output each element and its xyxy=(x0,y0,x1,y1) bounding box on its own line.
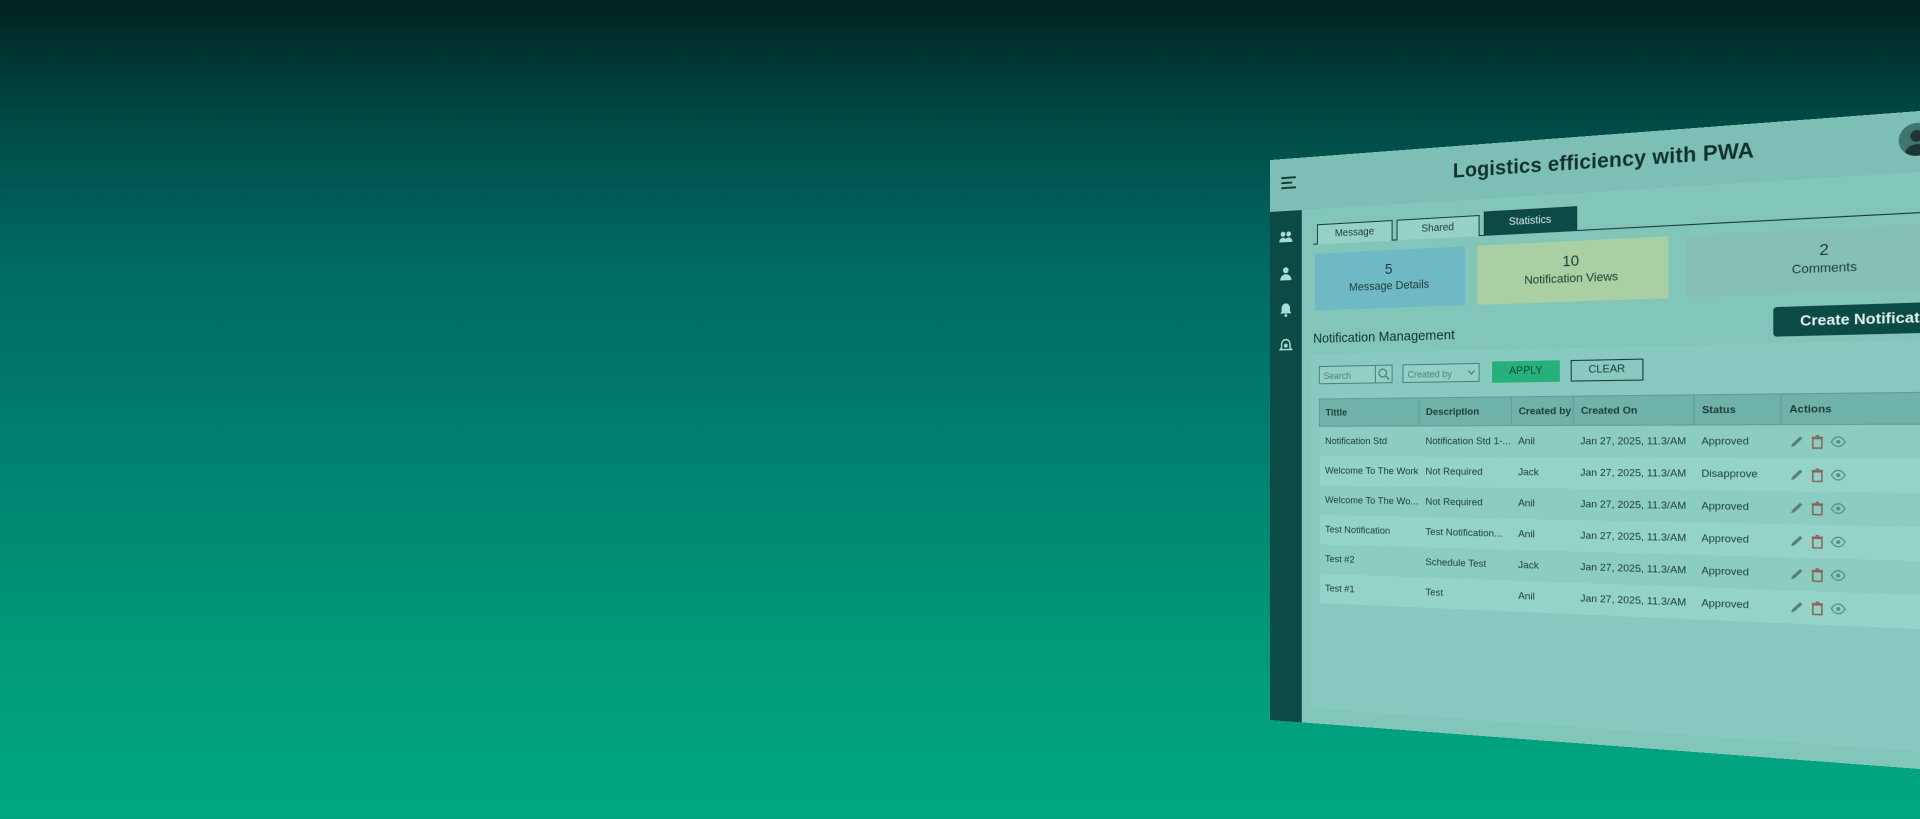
view-icon[interactable] xyxy=(1830,468,1846,483)
cell-created-by: Jack xyxy=(1511,549,1574,583)
users-group-icon[interactable] xyxy=(1278,229,1293,246)
settings-bell-icon[interactable] xyxy=(1278,337,1293,353)
column-header-title[interactable]: Tittle xyxy=(1319,397,1420,427)
table-header-row: Tittle Description Created by Created On… xyxy=(1319,391,1920,427)
column-header-description[interactable]: Description xyxy=(1419,396,1512,426)
cell-actions xyxy=(1781,423,1920,459)
cell-title: Welcome To The Work xyxy=(1319,456,1420,487)
delete-icon[interactable] xyxy=(1809,467,1825,482)
edit-icon[interactable] xyxy=(1789,500,1805,515)
cell-status: Disapprove xyxy=(1694,457,1782,492)
cell-title: Welcome To The Wo... xyxy=(1319,485,1420,517)
cell-description: Test xyxy=(1419,577,1512,612)
edit-icon[interactable] xyxy=(1789,533,1805,548)
app-screen-mockup: Logistics efficiency with PWA Message Sh… xyxy=(1270,105,1920,775)
view-icon[interactable] xyxy=(1830,568,1846,583)
cell-title: Test #2 xyxy=(1319,544,1420,578)
cell-actions xyxy=(1781,524,1920,563)
delete-icon[interactable] xyxy=(1809,600,1825,616)
tab-statistics[interactable]: Statistics xyxy=(1483,206,1578,236)
create-notification-button[interactable]: Create Notification xyxy=(1773,300,1920,337)
cell-status: Approved xyxy=(1694,587,1782,624)
cell-created-by: Jack xyxy=(1511,457,1574,489)
column-header-status[interactable]: Status xyxy=(1694,393,1782,425)
stat-label: Message Details xyxy=(1348,278,1430,294)
delete-icon[interactable] xyxy=(1809,501,1825,516)
clear-button[interactable]: CLEAR xyxy=(1570,358,1644,382)
stat-value: 5 xyxy=(1384,260,1393,278)
stat-card-comments: 2 Comments xyxy=(1686,221,1920,298)
notification-bell-icon[interactable] xyxy=(1278,301,1293,318)
search-placeholder: Search xyxy=(1323,370,1352,382)
cell-created-on: Jan 27, 2025, 11.3/AM xyxy=(1573,457,1695,491)
edit-icon[interactable] xyxy=(1789,567,1805,582)
sidebar xyxy=(1270,210,1302,723)
main-content: Message Shared Statistics 5 Message Deta… xyxy=(1301,167,1920,775)
edit-icon[interactable] xyxy=(1789,600,1805,615)
cell-title: Test Notification xyxy=(1319,514,1420,548)
user-icon[interactable] xyxy=(1278,265,1293,282)
delete-icon[interactable] xyxy=(1809,567,1825,582)
notification-table: Tittle Description Created by Created On… xyxy=(1319,391,1920,632)
delete-icon[interactable] xyxy=(1809,434,1825,449)
edit-icon[interactable] xyxy=(1789,434,1805,449)
created-by-placeholder: Created by xyxy=(1407,368,1452,380)
column-header-created-by[interactable]: Created by xyxy=(1511,396,1574,426)
section-title: Notification Management xyxy=(1313,326,1455,346)
view-icon[interactable] xyxy=(1830,501,1846,516)
cell-description: Not Required xyxy=(1419,486,1512,519)
cell-description: Schedule Test xyxy=(1419,547,1512,581)
cell-actions xyxy=(1781,491,1920,528)
cell-status: Approved xyxy=(1694,522,1782,558)
chevron-down-icon xyxy=(1467,369,1475,375)
delete-icon[interactable] xyxy=(1809,534,1825,549)
column-header-actions: Actions xyxy=(1781,391,1920,425)
cell-created-on: Jan 27, 2025, 11.3/AM xyxy=(1573,424,1695,458)
stat-card-notification-views: 10 Notification Views xyxy=(1477,236,1669,305)
apply-button[interactable]: APPLY xyxy=(1492,360,1560,383)
cell-description: Notification Std 1-... xyxy=(1419,425,1512,458)
cell-created-on: Jan 27, 2025, 11.3/AM xyxy=(1573,551,1695,588)
cell-created-on: Jan 27, 2025, 11.3/AM xyxy=(1573,582,1695,620)
column-header-created-on[interactable]: Created On xyxy=(1573,394,1695,426)
table-row[interactable]: Notification Std Notification Std 1-... An… xyxy=(1319,423,1920,459)
cell-created-by: Anil xyxy=(1511,518,1574,552)
tab-message[interactable]: Message xyxy=(1316,219,1393,245)
cell-actions xyxy=(1781,458,1920,494)
search-input[interactable]: Search xyxy=(1318,364,1393,385)
stat-card-message-details: 5 Message Details xyxy=(1315,246,1466,311)
cell-created-by: Anil xyxy=(1511,487,1574,521)
cell-description: Not Required xyxy=(1419,456,1512,488)
table-body: Notification Std Notification Std 1-... An… xyxy=(1319,423,1920,632)
tab-shared[interactable]: Shared xyxy=(1396,214,1480,241)
cell-created-by: Anil xyxy=(1511,425,1574,458)
cell-title: Notification Std xyxy=(1319,425,1420,457)
view-icon[interactable] xyxy=(1830,434,1846,449)
cell-description: Test Notification... xyxy=(1419,516,1512,550)
app-window: Logistics efficiency with PWA Message Sh… xyxy=(1270,105,1920,775)
view-icon[interactable] xyxy=(1830,534,1846,549)
cell-created-on: Jan 27, 2025, 11.3/AM xyxy=(1573,488,1695,523)
cell-created-on: Jan 27, 2025, 11.3/AM xyxy=(1573,520,1695,555)
cell-status: Approved xyxy=(1694,554,1782,591)
view-icon[interactable] xyxy=(1830,601,1846,617)
cell-actions xyxy=(1781,590,1920,632)
edit-icon[interactable] xyxy=(1789,467,1805,482)
notification-table-card: Search Created by APPLY CLEAR Tittle Des… xyxy=(1311,338,1920,756)
cell-status: Approved xyxy=(1694,490,1782,525)
cell-status: Approved xyxy=(1694,424,1782,459)
cell-created-by: Anil xyxy=(1511,580,1574,615)
search-icon[interactable] xyxy=(1374,365,1392,383)
created-by-select[interactable]: Created by xyxy=(1402,362,1480,384)
cell-title: Test #1 xyxy=(1319,573,1420,608)
